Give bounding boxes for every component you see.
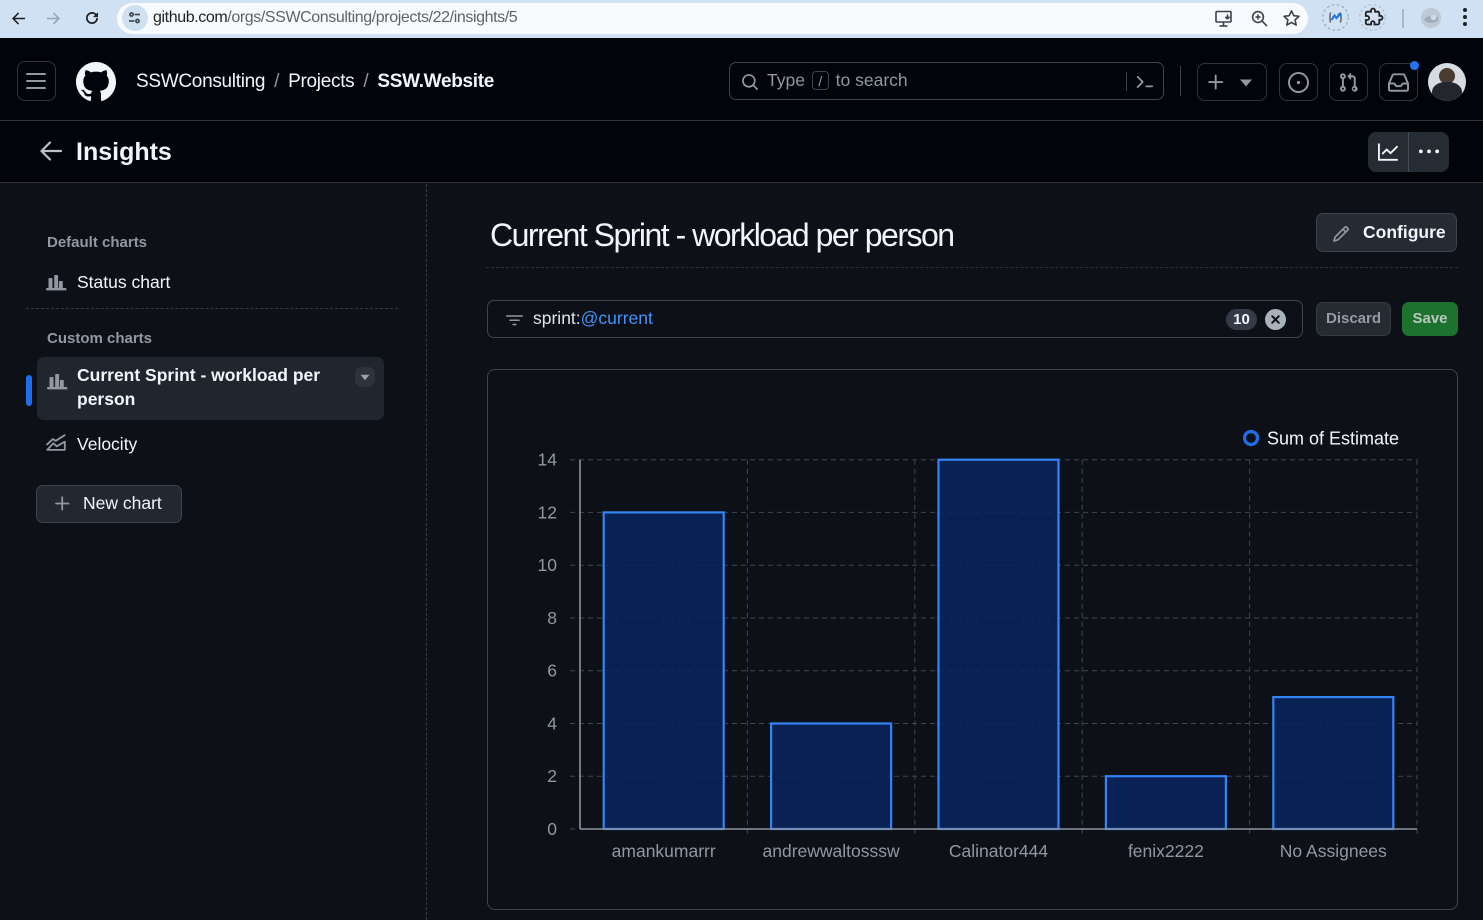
svg-text:2: 2	[547, 766, 557, 786]
svg-text:fenix2222: fenix2222	[1128, 841, 1204, 861]
svg-text:6: 6	[547, 661, 557, 681]
svg-text:8: 8	[547, 608, 557, 628]
svg-text:4: 4	[547, 714, 557, 734]
svg-text:0: 0	[547, 819, 557, 839]
svg-text:No Assignees: No Assignees	[1280, 841, 1387, 861]
svg-text:10: 10	[538, 555, 558, 575]
svg-text:Sum of Estimate: Sum of Estimate	[1267, 429, 1399, 449]
svg-text:amankumarrr: amankumarrr	[612, 841, 716, 861]
svg-text:Calinator444: Calinator444	[949, 841, 1048, 861]
svg-text:14: 14	[538, 450, 558, 470]
svg-text:andrewwaltosssw: andrewwaltosssw	[763, 841, 900, 861]
svg-text:12: 12	[538, 502, 557, 522]
